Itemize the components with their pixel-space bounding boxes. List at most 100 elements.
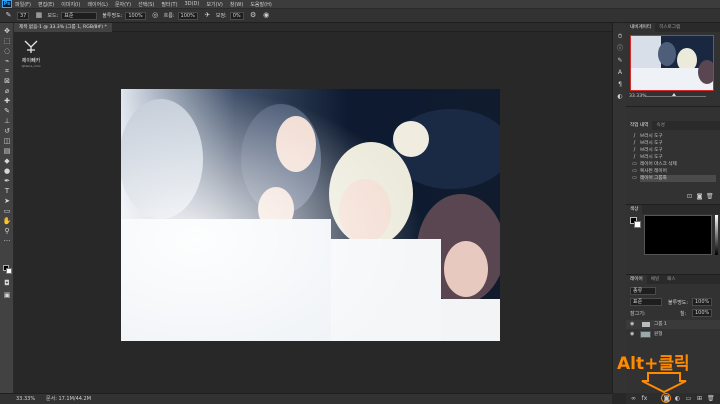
layer-kind-filter[interactable]: 종류: [630, 287, 656, 295]
menu-filter[interactable]: 필터(T): [161, 1, 177, 8]
move-tool-icon[interactable]: ✥: [2, 27, 12, 36]
history-item[interactable]: / 브러시 도구: [634, 147, 716, 154]
menu-type[interactable]: 문자(Y): [115, 1, 131, 8]
marquee-tool-icon[interactable]: ⬚: [2, 37, 12, 46]
fill-field[interactable]: 100%: [692, 309, 713, 317]
canvas-area[interactable]: 제이빼카 @twice_mini: [14, 32, 612, 393]
background-color-swatch[interactable]: [6, 268, 12, 274]
tab-properties[interactable]: 속성: [652, 121, 668, 130]
camera-icon[interactable]: ◙: [696, 193, 703, 200]
navigator-zoom-slider[interactable]: [646, 96, 706, 97]
quick-mask-icon[interactable]: ◘: [2, 279, 12, 288]
photoshop-logo[interactable]: Ps: [2, 0, 12, 8]
menu-select[interactable]: 선택(S): [138, 1, 154, 8]
opacity-field[interactable]: 100%: [125, 11, 146, 20]
menu-view[interactable]: 보기(V): [206, 1, 223, 8]
navigator-thumbnail[interactable]: [630, 35, 714, 91]
color-background-swatch[interactable]: [634, 221, 641, 228]
airbrush-icon[interactable]: ✈: [203, 11, 212, 20]
history-item[interactable]: ▭ 복사된 레이어: [632, 168, 716, 175]
color-picker-field[interactable]: [644, 215, 712, 255]
history-item[interactable]: / 브러시 도구: [634, 154, 716, 161]
layer-opacity-field[interactable]: 100%: [692, 298, 713, 306]
pressure-size-icon[interactable]: ◉: [262, 11, 271, 20]
eye-icon[interactable]: ◉: [630, 330, 634, 339]
character-icon[interactable]: A: [616, 69, 624, 77]
healing-brush-icon[interactable]: ✚: [2, 97, 12, 106]
flow-field[interactable]: 100%: [177, 11, 198, 20]
layer-row-pixel[interactable]: ◉ 원형: [626, 330, 720, 339]
trash-icon[interactable]: 🗑: [706, 193, 714, 200]
mode-select[interactable]: 표준: [61, 11, 98, 20]
link-layers-icon[interactable]: ∞: [630, 395, 637, 402]
pen-tool-icon[interactable]: ✒: [2, 177, 12, 186]
history-item[interactable]: / 브러시 도구: [634, 133, 716, 140]
adjustments-icon[interactable]: ◐: [616, 93, 624, 101]
menu-3d[interactable]: 3D(D): [185, 1, 200, 7]
brush-tool-icon[interactable]: ✎: [4, 11, 13, 20]
gradient-tool-icon[interactable]: ▤: [2, 147, 12, 156]
eraser-tool-icon[interactable]: ◫: [2, 137, 12, 146]
quick-select-tool-icon[interactable]: ⌁: [2, 57, 12, 66]
menu-window[interactable]: 창(W): [230, 1, 243, 8]
tab-color[interactable]: 색상: [626, 205, 643, 214]
document-tab[interactable]: 제목 없음-1 @ 33.3% (그룹 1, RGB/8#) *: [14, 23, 112, 32]
new-snapshot-icon[interactable]: ⊡: [686, 193, 693, 200]
tab-paths[interactable]: 패스: [663, 275, 679, 284]
document-icon: ▭: [632, 168, 637, 174]
status-doc-info[interactable]: 문서: 17.1M/44.2M: [46, 394, 91, 404]
type-tool-icon[interactable]: T: [2, 187, 12, 196]
navigator-zoom[interactable]: 33.33%: [629, 94, 647, 99]
layer-row-group[interactable]: ◉ 그룹 1: [626, 320, 720, 329]
navigator-zoom-knob[interactable]: [672, 93, 676, 96]
screen-mode-icon[interactable]: ▣: [2, 291, 12, 300]
layer-style-icon[interactable]: fx: [641, 395, 648, 402]
history-icon[interactable]: ⏱: [616, 33, 624, 41]
tab-histogram[interactable]: 히스토그램: [655, 23, 684, 32]
blur-tool-icon[interactable]: ◆: [2, 157, 12, 166]
paragraph-icon[interactable]: ¶: [616, 81, 624, 89]
menu-edit[interactable]: 편집(E): [38, 1, 54, 8]
pressure-opacity-icon[interactable]: ◎: [151, 11, 160, 20]
new-layer-icon[interactable]: ⊞: [696, 395, 703, 402]
document-photo[interactable]: [121, 89, 500, 341]
smoothing-field[interactable]: 0%: [229, 11, 244, 20]
menu-help[interactable]: 도움말(H): [250, 1, 271, 8]
tab-navigator[interactable]: 내비게이터: [626, 23, 656, 32]
eye-icon[interactable]: ◉: [630, 320, 634, 329]
history-brush-icon[interactable]: ↺: [2, 127, 12, 136]
brush-tool-icon[interactable]: ✎: [2, 107, 12, 116]
menu-layer[interactable]: 레이어(L): [87, 1, 108, 8]
clone-stamp-icon[interactable]: ⊥: [2, 117, 12, 126]
brush-settings-icon[interactable]: ▦: [34, 11, 43, 20]
color-ramp-slider[interactable]: [715, 215, 718, 255]
status-zoom[interactable]: 33.33%: [16, 394, 35, 404]
blend-mode-select[interactable]: 표준: [630, 298, 662, 306]
tab-layers[interactable]: 레이어: [626, 275, 647, 284]
brush-preset-icon[interactable]: ✎: [616, 57, 624, 65]
path-select-icon[interactable]: ➤: [2, 197, 12, 206]
gear-icon[interactable]: ⚙: [249, 11, 258, 20]
tab-channels[interactable]: 채널: [647, 275, 663, 284]
eyedropper-tool-icon[interactable]: ⌀: [2, 87, 12, 96]
menu-file[interactable]: 파일(F): [15, 1, 31, 8]
zoom-tool-icon[interactable]: ⚲: [2, 227, 12, 236]
history-item[interactable]: / 브러시 도구: [634, 140, 716, 147]
crop-tool-icon[interactable]: ⌗: [2, 67, 12, 76]
properties-icon[interactable]: ⓘ: [616, 45, 624, 53]
lasso-tool-icon[interactable]: ◌: [2, 47, 12, 56]
dodge-tool-icon[interactable]: ●: [2, 167, 12, 176]
frame-tool-icon[interactable]: ⊠: [2, 77, 12, 86]
layers-tabs: 레이어 채널 패스: [626, 275, 720, 284]
hand-tool-icon[interactable]: ✋: [2, 217, 12, 226]
history-item[interactable]: ▭ 레이어 마스크 삭제: [632, 161, 716, 168]
menu-image[interactable]: 이미지(I): [61, 1, 80, 8]
adjustment-layer-icon[interactable]: ◐: [674, 395, 681, 402]
history-item-selected[interactable]: ▭ 레이어 그룹화: [632, 175, 716, 182]
brush-size-picker[interactable]: 37: [17, 11, 30, 20]
shape-tool-icon[interactable]: ▭: [2, 207, 12, 216]
more-tools-icon[interactable]: ···: [2, 237, 12, 246]
trash-icon[interactable]: 🗑: [707, 395, 715, 402]
new-group-icon[interactable]: ▭: [685, 395, 692, 402]
tab-history[interactable]: 작업 내역: [626, 121, 653, 130]
